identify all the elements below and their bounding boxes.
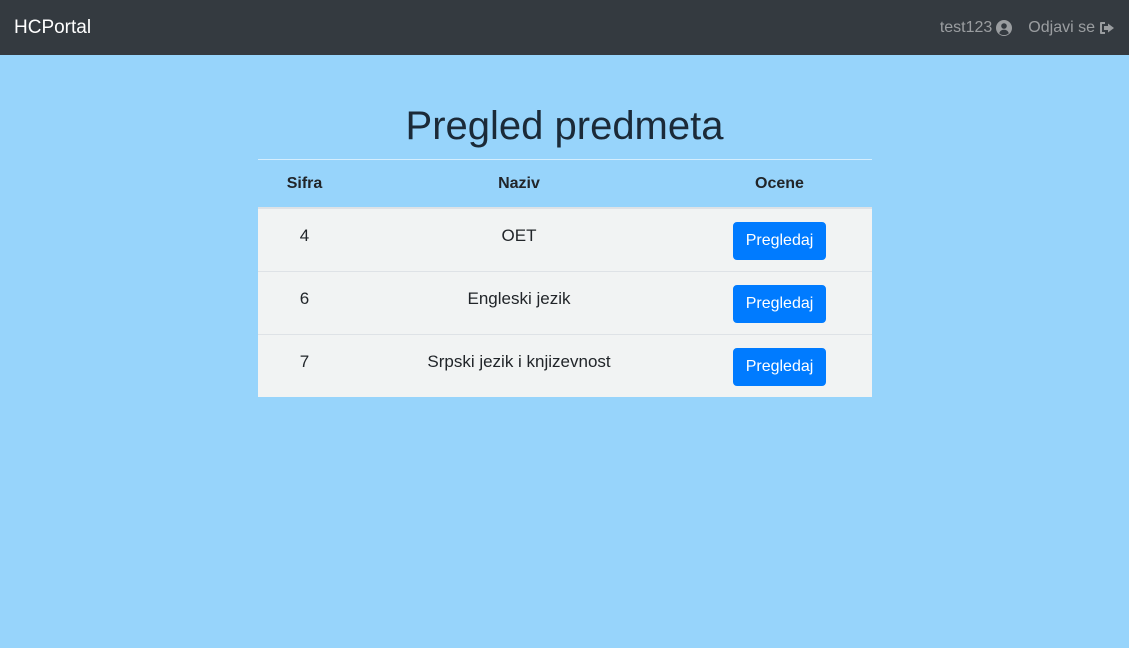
cell-ocene: Pregledaj <box>687 270 872 334</box>
subjects-table: Sifra Naziv Ocene 4 OET Pregledaj 6 Engl… <box>258 160 872 397</box>
column-header-ocene: Ocene <box>687 160 872 209</box>
brand-link[interactable]: HCPortal <box>14 17 91 39</box>
table-row: 7 Srpski jezik i knjizevnost Pregledaj <box>258 333 872 397</box>
pregledaj-button[interactable]: Pregledaj <box>732 347 827 386</box>
table-header-row: Sifra Naziv Ocene <box>258 160 872 209</box>
cell-naziv: Engleski jezik <box>351 270 687 334</box>
cell-sifra: 6 <box>258 270 351 334</box>
table-row: 6 Engleski jezik Pregledaj <box>258 270 872 334</box>
page-title: Pregled predmeta <box>405 104 724 148</box>
username-label: test123 <box>939 18 993 36</box>
logout-link[interactable]: Odjavi se <box>1028 19 1115 37</box>
column-header-sifra: Sifra <box>258 160 351 209</box>
cell-sifra: 7 <box>258 333 351 397</box>
sign-out-icon <box>1100 21 1114 34</box>
cell-naziv: Srpski jezik i knjizevnost <box>351 333 687 397</box>
column-header-naziv: Naziv <box>351 160 687 209</box>
logout-label: Odjavi se <box>1028 18 1095 36</box>
pregledaj-button[interactable]: Pregledaj <box>732 222 827 260</box>
nav-right-group: test123 Odjavi se <box>940 19 1115 37</box>
user-circle-icon <box>996 19 1013 36</box>
table-row: 4 OET Pregledaj <box>258 208 872 271</box>
cell-naziv: OET <box>501 226 537 245</box>
pregledaj-button[interactable]: Pregledaj <box>732 284 827 323</box>
top-navbar: HCPortal test123 Odjavi se <box>0 0 1129 55</box>
cell-sifra: 4 <box>299 226 310 245</box>
cell-ocene: Pregledaj <box>687 333 872 397</box>
user-menu-link[interactable]: test123 <box>939 18 1013 37</box>
cell-ocene: Pregledaj <box>687 208 872 271</box>
